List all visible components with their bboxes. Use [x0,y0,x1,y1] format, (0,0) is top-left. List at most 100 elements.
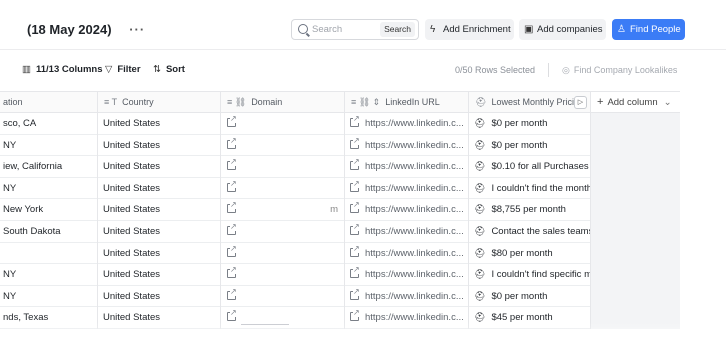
cell-linkedin-url[interactable]: https://www.linkedin.c... [345,134,469,157]
cell-lowest-monthly-price[interactable]: ⛑ $8,755 per month [469,199,591,221]
cell-domain[interactable] [221,177,345,200]
cell-country[interactable]: United States [98,134,221,157]
add-column-button[interactable]: + Add column ⌄ [591,91,680,113]
cell-empty[interactable] [591,156,680,178]
table-row[interactable]: United States https://www.linkedin.c... ⛑ $… [0,242,680,265]
external-link-icon[interactable] [350,308,360,322]
cell-domain[interactable] [221,242,345,265]
cell-location[interactable]: sco, CA [0,113,98,135]
cell-empty[interactable] [591,242,680,265]
cell-lowest-monthly-price[interactable]: ⛑ $0 per month [469,113,591,135]
cell-domain[interactable] [221,264,345,286]
more-options-icon[interactable]: ··· [129,22,145,37]
run-column-icon[interactable]: ▷ [574,96,587,109]
cell-country[interactable]: United States [98,113,221,135]
cell-lowest-monthly-price[interactable]: ⛑ I couldn't find specific m [469,264,591,286]
cell-country[interactable]: United States [98,242,221,265]
external-link-icon[interactable] [350,222,360,235]
cell-lowest-monthly-price[interactable]: ⛑ $0 per month [469,134,591,157]
external-link-icon[interactable] [227,178,237,192]
add-enrichment-button[interactable]: ϟ Add Enrichment [425,19,514,40]
cell-empty[interactable] [591,221,680,243]
external-link-icon[interactable] [227,222,237,235]
column-header-linkedin-url[interactable]: ≡ ⛓ ⇕ LinkedIn URL [345,91,469,113]
table-row[interactable]: NY United States https://www.linkedin.c...… [0,134,680,157]
cell-domain[interactable] [221,156,345,178]
cell-empty[interactable] [591,264,680,286]
cell-empty[interactable] [591,113,680,135]
cell-lowest-monthly-price[interactable]: ⛑ $80 per month [469,242,591,265]
sort-button[interactable]: ⇅ Sort [153,64,185,75]
cell-lowest-monthly-price[interactable]: ⛑ $0 per month [469,285,591,308]
cell-empty[interactable] [591,307,680,329]
cell-domain[interactable] [221,221,345,243]
cell-location[interactable]: iew, California [0,156,98,178]
cell-domain[interactable] [221,113,345,135]
cell-country[interactable]: United States [98,177,221,200]
cell-linkedin-url[interactable]: https://www.linkedin.c... [345,221,469,243]
cell-lowest-monthly-price[interactable]: ⛑ Contact the sales teams [469,221,591,243]
find-lookalikes-button[interactable]: ◎ Find Company Lookalikes [562,65,677,76]
external-link-icon[interactable] [350,200,360,214]
table-row[interactable]: New York United States m https://www.linked… [0,199,680,221]
cell-linkedin-url[interactable]: https://www.linkedin.c... [345,113,469,135]
external-link-icon[interactable] [227,135,237,149]
external-link-icon[interactable] [350,157,360,171]
cell-lowest-monthly-price[interactable]: ⛑ $0.10 for all Purchases [469,156,591,178]
cell-empty[interactable] [591,199,680,221]
cell-lowest-monthly-price[interactable]: ⛑ I couldn't find the month [469,177,591,200]
external-link-icon[interactable] [350,243,360,257]
cell-country[interactable]: United States [98,221,221,243]
table-row[interactable]: iew, California United States https://www.… [0,156,680,178]
cell-lowest-monthly-price[interactable]: ⛑ $45 per month [469,307,591,329]
table-row[interactable]: nds, Texas United States https://www.linke… [0,307,680,329]
find-people-button[interactable]: ♙ Find People [612,19,685,40]
external-link-icon[interactable] [350,265,360,279]
cell-domain[interactable] [221,307,345,329]
search-input[interactable] [312,22,372,37]
cell-domain[interactable] [221,285,345,308]
cell-linkedin-url[interactable]: https://www.linkedin.c... [345,156,469,178]
cell-linkedin-url[interactable]: https://www.linkedin.c... [345,285,469,308]
table-row[interactable]: NY United States https://www.linkedin.c...… [0,285,680,308]
cell-location[interactable]: NY [0,134,98,157]
search-button[interactable]: Search [380,22,415,37]
cell-country[interactable]: United States [98,199,221,221]
add-companies-button[interactable]: ▣ Add companies [519,19,606,40]
cell-country[interactable]: United States [98,285,221,308]
cell-empty[interactable] [591,134,680,157]
cell-linkedin-url[interactable]: https://www.linkedin.c... [345,264,469,286]
cell-location[interactable]: South Dakota [0,221,98,243]
filter-button[interactable]: ▽ Filter [105,64,141,75]
external-link-icon[interactable] [227,200,237,214]
external-link-icon[interactable] [350,286,360,300]
cell-location[interactable]: NY [0,264,98,286]
external-link-icon[interactable] [227,157,237,171]
cell-empty[interactable] [591,177,680,200]
cell-country[interactable]: United States [98,307,221,329]
external-link-icon[interactable] [227,265,237,279]
cell-empty[interactable] [591,285,680,308]
table-row[interactable]: South Dakota United States https://www.lin… [0,221,680,243]
cell-location[interactable]: NY [0,285,98,308]
external-link-icon[interactable] [350,135,360,149]
table-row[interactable]: NY United States https://www.linkedin.c...… [0,177,680,200]
cell-linkedin-url[interactable]: https://www.linkedin.c... [345,199,469,221]
table-row[interactable]: NY United States https://www.linkedin.c...… [0,264,680,286]
column-header-location[interactable]: ation [0,91,98,113]
table-row[interactable]: sco, CA United States https://www.linkedin… [0,113,680,135]
cell-location[interactable]: nds, Texas [0,307,98,329]
cell-location[interactable]: NY [0,177,98,200]
column-header-domain[interactable]: ≡ ⛓ Domain [221,91,345,113]
external-link-icon[interactable] [350,178,360,192]
cell-domain[interactable] [221,134,345,157]
external-link-icon[interactable] [227,308,237,322]
columns-button[interactable]: ▥ 11/13 Columns [22,64,103,75]
cell-linkedin-url[interactable]: https://www.linkedin.c... [345,177,469,200]
cell-linkedin-url[interactable]: https://www.linkedin.c... [345,242,469,265]
external-link-icon[interactable] [227,286,237,300]
column-header-country[interactable]: ≡ T Country [98,91,221,113]
external-link-icon[interactable] [227,243,237,257]
cell-country[interactable]: United States [98,264,221,286]
external-link-icon[interactable] [227,114,237,127]
